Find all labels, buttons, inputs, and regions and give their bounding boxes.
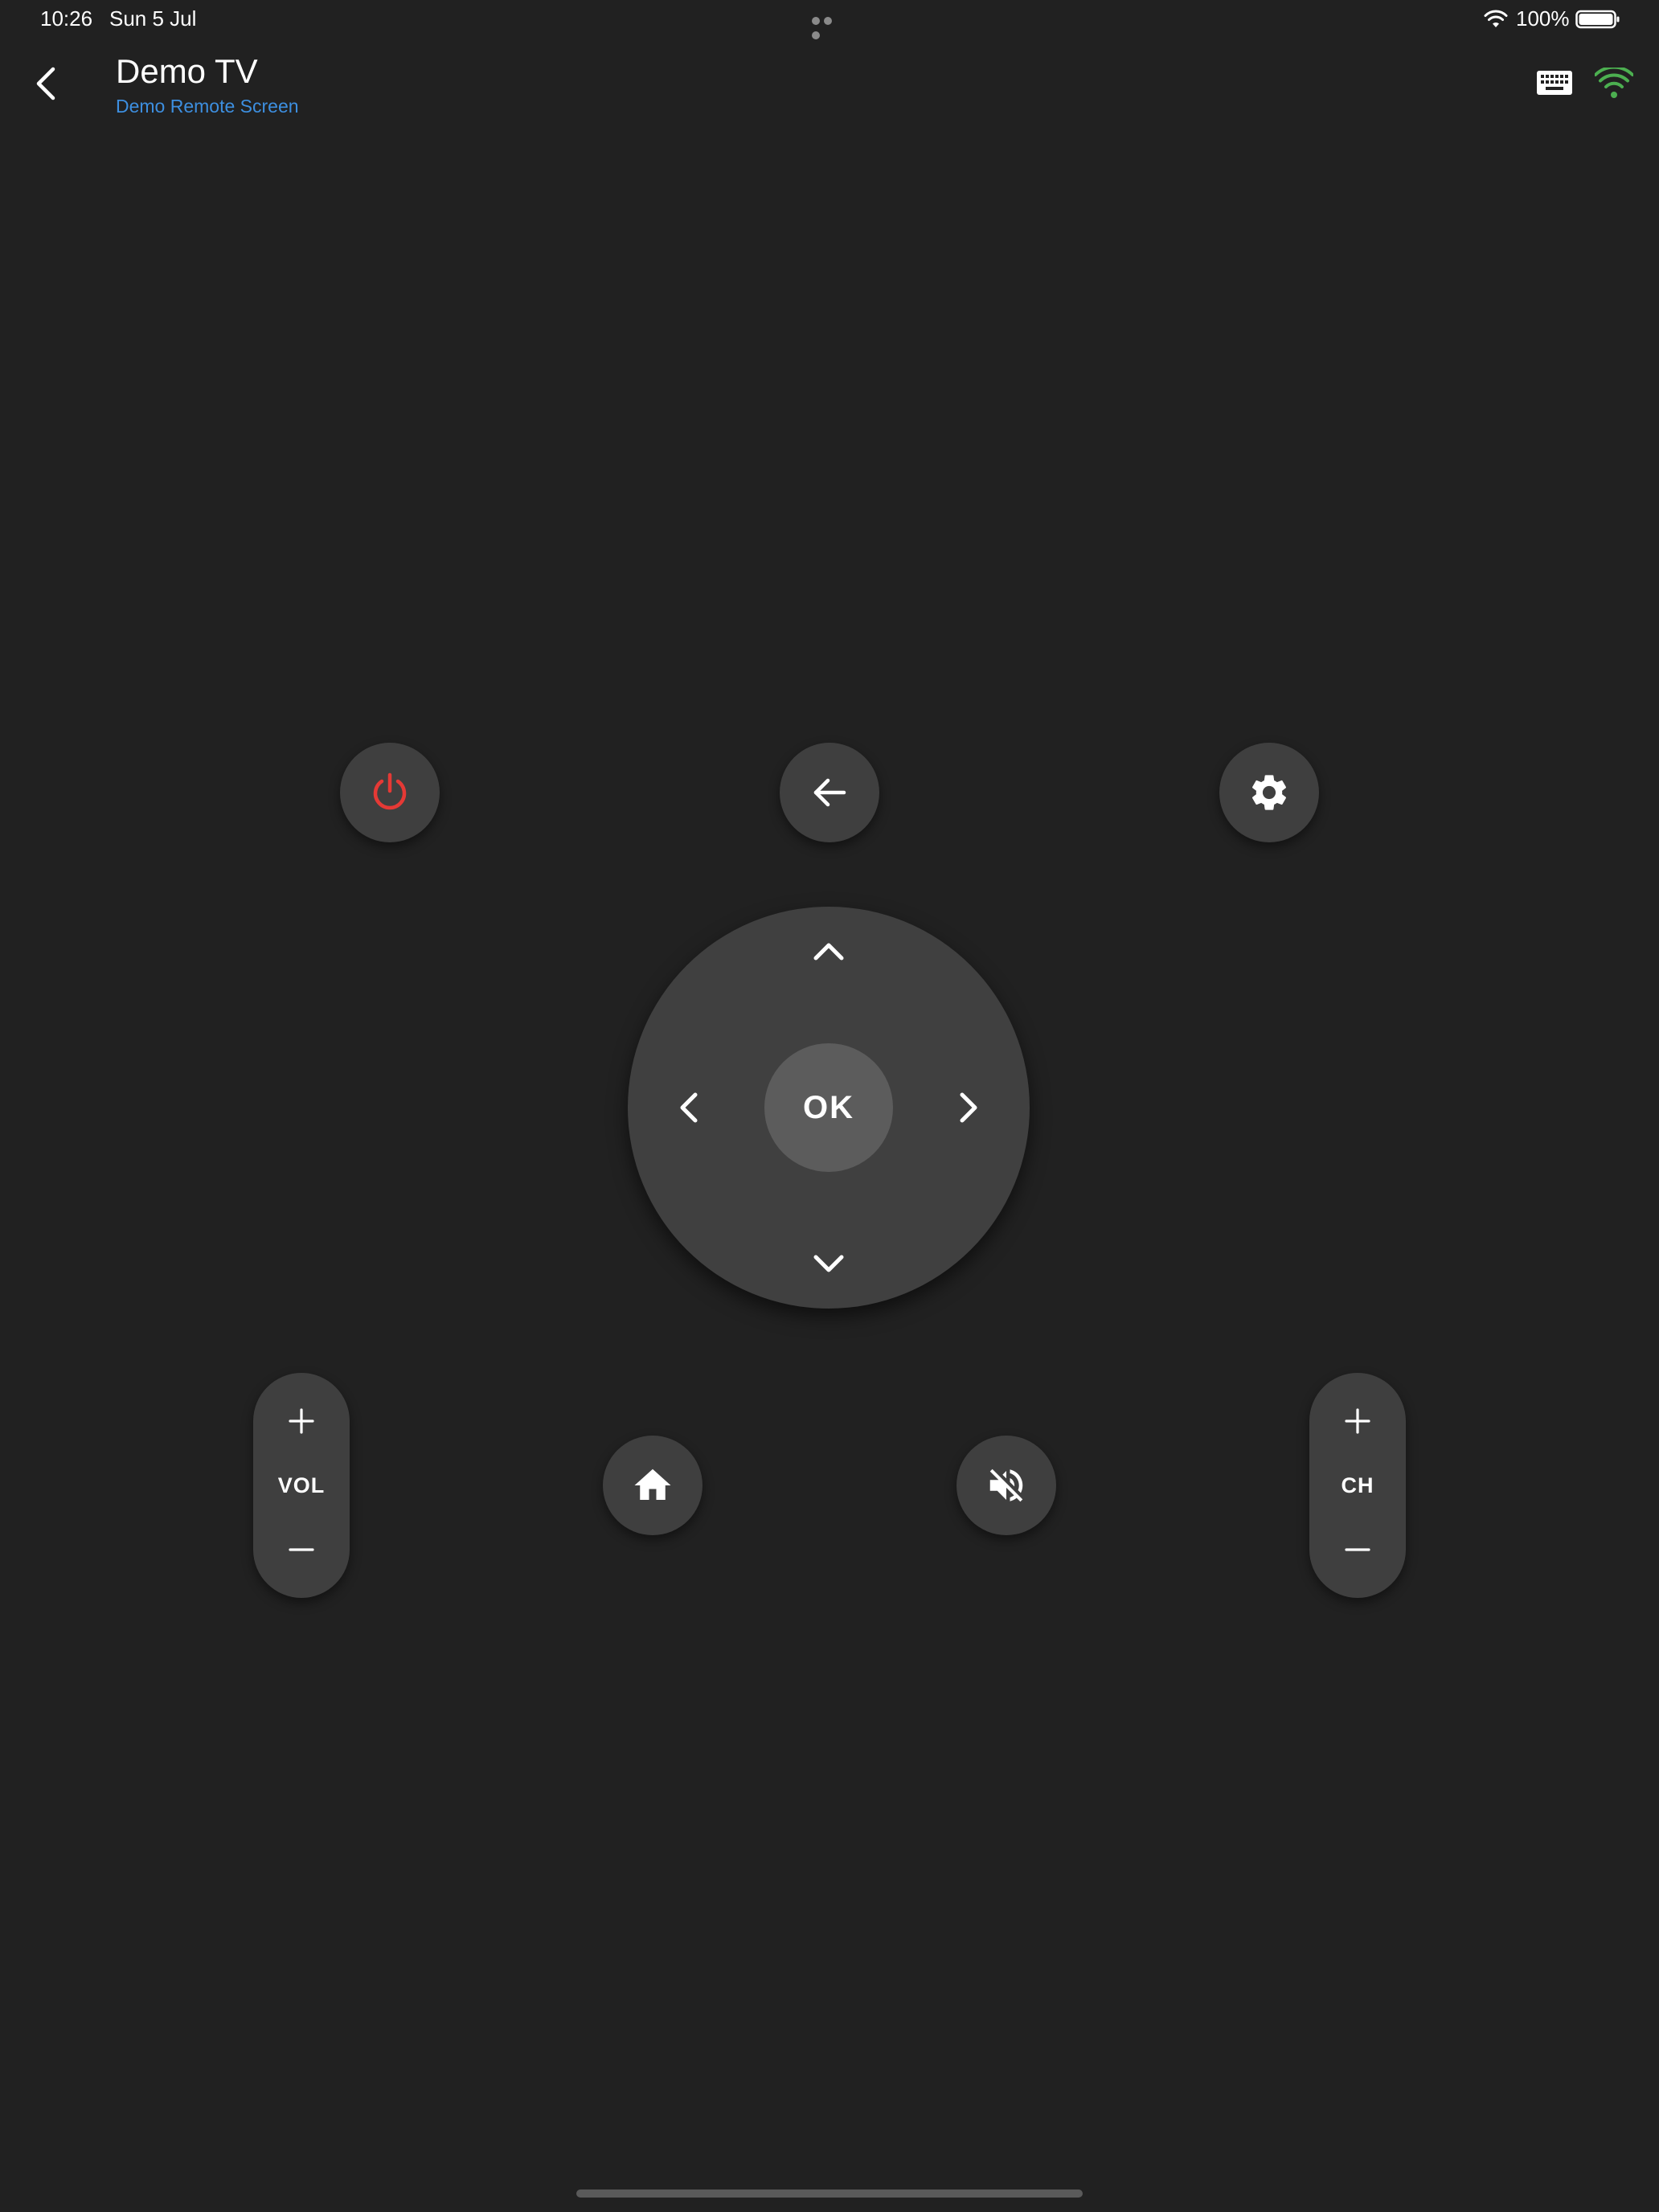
plus-icon (1345, 1408, 1370, 1434)
dpad-up-button[interactable] (797, 919, 861, 983)
battery-percentage: 100% (1516, 6, 1570, 31)
chevron-up-icon (813, 943, 844, 961)
volume-off-icon (989, 1469, 1023, 1502)
minus-icon (1345, 1548, 1370, 1551)
chevron-down-icon (813, 1255, 844, 1272)
arrow-left-icon (813, 778, 846, 807)
power-button[interactable] (340, 743, 440, 842)
battery-icon (1575, 10, 1620, 29)
power-icon (373, 772, 407, 810)
back-button[interactable] (780, 743, 879, 842)
volume-down-button[interactable] (253, 1518, 350, 1582)
mute-button[interactable] (956, 1436, 1056, 1535)
status-wifi-icon (1484, 10, 1508, 27)
channel-down-button[interactable] (1309, 1518, 1406, 1582)
channel-label: CH (1341, 1473, 1374, 1497)
back-nav-button[interactable] (29, 63, 64, 104)
volume-rocker: VOL (253, 1373, 350, 1598)
device-title: Demo TV (116, 52, 258, 90)
chevron-left-icon (680, 1092, 698, 1123)
dpad-down-button[interactable] (797, 1232, 861, 1296)
plus-icon (289, 1408, 314, 1434)
channel-up-button[interactable] (1309, 1389, 1406, 1453)
device-subtitle: Demo Remote Screen (116, 96, 299, 117)
status-date: Sun 5 Jul (109, 6, 197, 31)
volume-label: VOL (277, 1473, 326, 1497)
remote-screen: 10:26 Sun 5 Jul 100% Demo TV Demo Remote… (0, 0, 1659, 2212)
keyboard-icon[interactable] (1535, 68, 1574, 98)
home-button[interactable] (603, 1436, 703, 1535)
home-indicator[interactable] (576, 2189, 1083, 2198)
chevron-right-icon (960, 1092, 977, 1123)
minus-icon (289, 1548, 314, 1551)
multitasking-dots-icon[interactable] (812, 14, 847, 39)
volume-up-button[interactable] (253, 1389, 350, 1453)
ok-button[interactable]: OK (764, 1043, 893, 1172)
dpad-left-button[interactable] (656, 1075, 720, 1140)
gear-icon (1251, 775, 1287, 810)
status-time: 10:26 (40, 6, 93, 31)
channel-rocker: CH (1309, 1373, 1406, 1598)
connection-wifi-icon[interactable] (1595, 68, 1633, 100)
settings-button[interactable] (1219, 743, 1319, 842)
dpad-right-button[interactable] (937, 1075, 1002, 1140)
dpad: OK (628, 907, 1030, 1309)
home-icon (634, 1469, 671, 1500)
